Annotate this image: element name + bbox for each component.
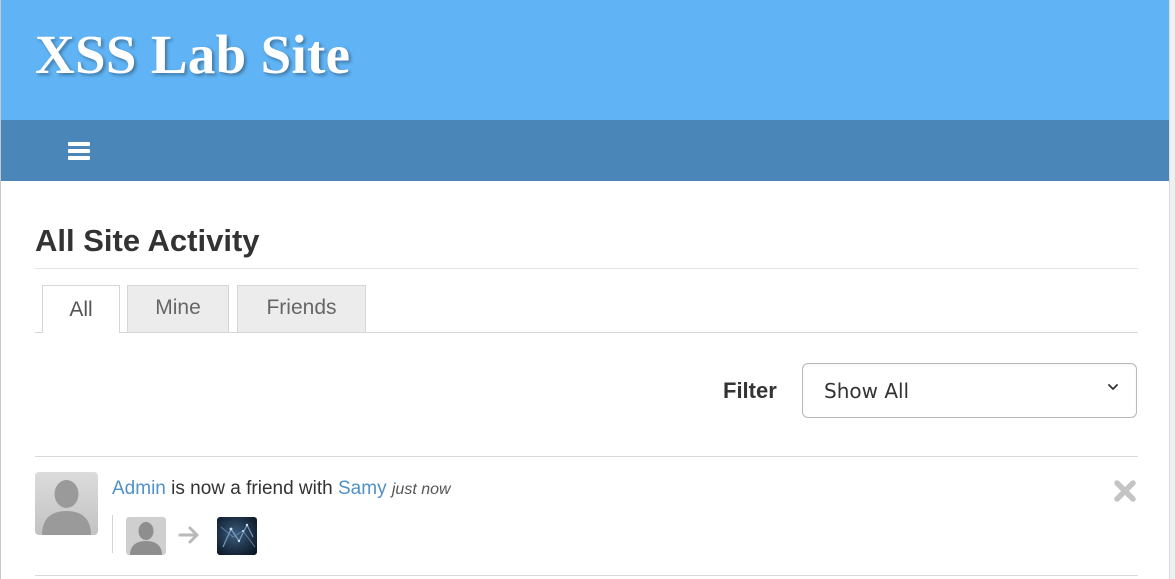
activity-attachments — [112, 515, 273, 555]
arrow-right-icon — [178, 526, 199, 544]
activity-tabs: All Mine Friends — [35, 285, 1138, 333]
site-title[interactable]: XSS Lab Site — [35, 22, 350, 88]
activity-summary: Admin is now a friend with Samy just now — [112, 476, 451, 503]
tab-all[interactable]: All — [42, 285, 120, 333]
default-avatar-icon[interactable] — [126, 517, 166, 555]
filter-selected-value: Show All — [824, 379, 910, 403]
list-divider-bottom — [35, 575, 1138, 576]
activity-timestamp: just now — [391, 481, 451, 498]
chevron-down-icon — [1108, 384, 1118, 390]
title-divider — [35, 268, 1138, 269]
filter-label: Filter — [723, 378, 777, 403]
site-nav — [1, 120, 1170, 181]
default-avatar-icon[interactable] — [35, 472, 98, 535]
window-edge — [1169, 0, 1175, 579]
activity-item: Admin is now a friend with Samy just now — [35, 457, 1138, 575]
page-title: All Site Activity — [35, 223, 260, 258]
subject-link[interactable]: Admin — [112, 478, 166, 499]
site-header: XSS Lab Site — [1, 0, 1170, 120]
page-frame: XSS Lab Site All Site Activity All Mine … — [0, 0, 1175, 579]
tab-friends[interactable]: Friends — [237, 285, 366, 332]
filter-select[interactable]: Show All — [802, 363, 1137, 418]
hamburger-menu-icon[interactable] — [59, 136, 99, 166]
object-link[interactable]: Samy — [338, 478, 387, 499]
tab-mine[interactable]: Mine — [127, 285, 229, 332]
user-photo-icon[interactable] — [217, 517, 257, 555]
delete-icon[interactable] — [1112, 478, 1138, 504]
activity-action-text: is now a friend with — [165, 478, 338, 499]
